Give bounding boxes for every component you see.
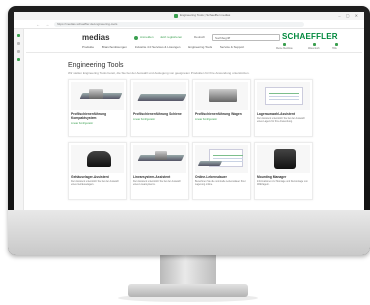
monitor-stand-base (128, 284, 248, 297)
tool-card[interactable]: Profilschienenführung Kompaktsystem Line… (68, 79, 127, 137)
tool-thumbnail (71, 82, 124, 110)
watchlist-label[interactable]: Meine Merkliste (276, 47, 293, 50)
login-icon (134, 36, 138, 40)
rail-app-icon[interactable] (17, 50, 20, 53)
cart-label[interactable]: Warenkorb (308, 47, 320, 50)
nav-item-engineering-tools[interactable]: Engineering Tools (188, 45, 212, 49)
nav-item-products[interactable]: Produkte (82, 45, 94, 49)
monitor-stand-neck (160, 255, 216, 287)
rail-app-icon[interactable] (17, 34, 20, 37)
tool-card[interactable]: Linearsystem-Assistent Der Assistent unt… (130, 142, 189, 200)
cart-icon[interactable] (313, 43, 316, 46)
schaeffler-logo[interactable]: SCHAEFFLER (282, 32, 338, 41)
help-label[interactable]: Hilfe (332, 47, 337, 50)
tool-thumbnail (195, 145, 248, 173)
site-header: medias Anmelden Jetzt registrieren Deuts… (26, 31, 362, 51)
tool-card[interactable]: Mounting Manager Informationen zur Monta… (254, 142, 313, 200)
tool-grid: Profilschienenführung Kompaktsystem Line… (68, 79, 316, 200)
search-input[interactable]: Suchbegriff (212, 34, 280, 41)
app-rail (14, 29, 24, 210)
login-link[interactable]: Anmelden (140, 35, 154, 39)
tool-card[interactable]: Online-Lebensdauer Berechnen Sie die nom… (192, 142, 251, 200)
page-intro: Wir stellen Engineering Tools bereit, di… (68, 71, 250, 75)
monitor-chin (8, 210, 370, 255)
tool-thumbnail (133, 82, 186, 110)
browser-titlebar: Engineering Tools | Schaeffler medias – … (14, 12, 364, 20)
tab-favicon-icon (174, 14, 178, 18)
tool-card-description: Der Assistent unterstützt Sie bei der Au… (257, 116, 305, 123)
rail-app-icon[interactable] (17, 58, 20, 61)
tool-card[interactable]: Profilschienenführung Wagen Linear Konfi… (192, 79, 251, 137)
header-divider (26, 52, 362, 53)
monitor-screen: Engineering Tools | Schaeffler medias – … (14, 12, 364, 210)
register-link[interactable]: Jetzt registrieren (160, 35, 182, 39)
user-icon[interactable] (283, 43, 286, 46)
tool-thumbnail (133, 145, 186, 173)
tool-thumbnail (71, 145, 124, 173)
language-select[interactable]: Deutsch (194, 35, 205, 39)
tool-card[interactable]: Profilschienenführung Schiene Linear Kon… (130, 79, 189, 137)
url-field[interactable]: https://medias.schaeffler.de/engineering… (54, 22, 304, 27)
tool-card[interactable]: Gehäuselager-Assistent Der Assistent unt… (68, 142, 127, 200)
tool-card-title: Profilschienenführung Kompaktsystem (71, 112, 107, 120)
tool-card[interactable]: Lagerauswahl-Assistent Der Assistent unt… (254, 79, 313, 137)
main-content: Engineering Tools Wir stellen Engineerin… (68, 62, 316, 200)
nav-item-service[interactable]: Service & Support (220, 45, 244, 49)
tool-card-subtitle: Linear Konfigurator (71, 121, 94, 125)
tool-thumbnail (195, 82, 248, 110)
tool-card-subtitle: Linear Konfigurator (195, 117, 218, 121)
nav-item-industry40[interactable]: Industrie 4.0 Services & Lösungen (135, 45, 181, 49)
info-icon[interactable] (335, 43, 338, 46)
tool-card-description: Berechnen Sie die nominelle Lebensdauer … (195, 179, 246, 186)
tool-card-title: Profilschienenführung Schiene (133, 112, 182, 116)
medias-logo[interactable]: medias (82, 33, 110, 42)
main-nav: Produkte Branchenlösungen Industrie 4.0 … (82, 45, 251, 49)
browser-addressbar: ← → ↻ https://medias.schaeffler.de/engin… (14, 20, 364, 29)
tool-thumbnail (257, 145, 310, 173)
tool-card-subtitle: Linear Konfigurator (133, 117, 156, 121)
header-icon-group: Meine Merkliste Warenkorb Hilfe (271, 43, 361, 51)
monitor-scene: Engineering Tools | Schaeffler medias – … (0, 0, 370, 305)
window-controls[interactable]: – ▢ ✕ (338, 13, 360, 18)
tool-card-description: Der Assistent unterstützt Sie bei der Au… (71, 179, 119, 186)
tool-card-description: Der Assistent unterstützt Sie bei der Au… (133, 179, 181, 186)
page-title: Engineering Tools (68, 62, 124, 69)
browser-tab[interactable]: Engineering Tools | Schaeffler medias (180, 13, 230, 17)
tool-card-description: Informationen zur Montage und Demontage … (257, 179, 308, 186)
tool-card-title: Profilschienenführung Wagen (195, 112, 242, 116)
nav-item-industries[interactable]: Branchenlösungen (102, 45, 127, 49)
tool-thumbnail (257, 82, 310, 110)
rail-app-icon[interactable] (17, 42, 20, 45)
